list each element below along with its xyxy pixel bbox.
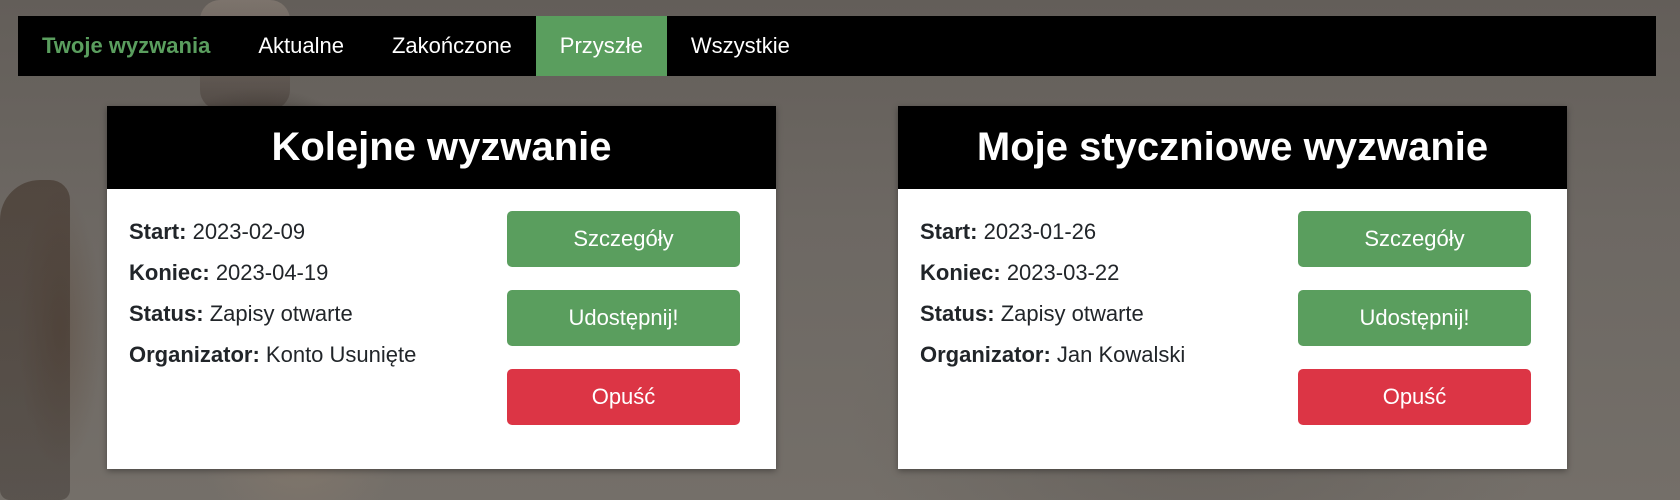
nav-tab-finished[interactable]: Zakończone (368, 16, 536, 76)
start-label: Start: (920, 219, 978, 244)
end-row: Koniec: 2023-04-19 (129, 252, 416, 293)
status-value: Zapisy otwarte (209, 301, 353, 326)
end-value: 2023-03-22 (1006, 260, 1120, 285)
challenge-actions: Szczegóły Udostępnij! Opuść (1298, 211, 1531, 448)
navbar-brand[interactable]: Twoje wyzwania (18, 16, 234, 76)
status-row: Status: Zapisy otwarte (920, 293, 1185, 334)
status-label: Status: (129, 301, 204, 326)
end-row: Koniec: 2023-03-22 (920, 252, 1185, 293)
challenge-title: Moje styczniowe wyzwanie (898, 106, 1567, 189)
status-row: Status: Zapisy otwarte (129, 293, 416, 334)
start-row: Start: 2023-01-26 (920, 211, 1185, 252)
share-button[interactable]: Udostępnij! (1298, 290, 1531, 346)
background-figure (0, 180, 70, 500)
organizer-row: Organizator: Jan Kowalski (920, 334, 1185, 375)
nav-tab-upcoming[interactable]: Przyszłe (535, 16, 667, 76)
organizer-label: Organizator: (129, 342, 260, 367)
nav-tab-all[interactable]: Wszystkie (667, 16, 814, 76)
details-button[interactable]: Szczegóły (507, 211, 740, 267)
challenge-card-body: Start: 2023-02-09 Koniec: 2023-04-19 Sta… (107, 189, 776, 469)
start-label: Start: (129, 219, 187, 244)
nav-tab-current[interactable]: Aktualne (234, 16, 368, 76)
status-value: Zapisy otwarte (1000, 301, 1144, 326)
organizer-value: Jan Kowalski (1056, 342, 1186, 367)
start-row: Start: 2023-02-09 (129, 211, 416, 252)
organizer-value: Konto Usunięte (265, 342, 417, 367)
challenge-info: Start: 2023-01-26 Koniec: 2023-03-22 Sta… (920, 211, 1185, 375)
status-label: Status: (920, 301, 995, 326)
top-navbar: Twoje wyzwania Aktualne Zakończone Przys… (18, 16, 1656, 76)
challenge-card: Moje styczniowe wyzwanie Start: 2023-01-… (898, 106, 1567, 469)
organizer-row: Organizator: Konto Usunięte (129, 334, 416, 375)
share-button[interactable]: Udostępnij! (507, 290, 740, 346)
leave-button[interactable]: Opuść (1298, 369, 1531, 425)
end-value: 2023-04-19 (215, 260, 329, 285)
challenge-info: Start: 2023-02-09 Koniec: 2023-04-19 Sta… (129, 211, 416, 375)
challenge-card-body: Start: 2023-01-26 Koniec: 2023-03-22 Sta… (898, 189, 1567, 469)
leave-button[interactable]: Opuść (507, 369, 740, 425)
challenge-actions: Szczegóły Udostępnij! Opuść (507, 211, 740, 448)
end-label: Koniec: (920, 260, 1001, 285)
start-value: 2023-01-26 (983, 219, 1097, 244)
start-value: 2023-02-09 (192, 219, 306, 244)
details-button[interactable]: Szczegóły (1298, 211, 1531, 267)
organizer-label: Organizator: (920, 342, 1051, 367)
challenge-title: Kolejne wyzwanie (107, 106, 776, 189)
challenge-card: Kolejne wyzwanie Start: 2023-02-09 Konie… (107, 106, 776, 469)
end-label: Koniec: (129, 260, 210, 285)
